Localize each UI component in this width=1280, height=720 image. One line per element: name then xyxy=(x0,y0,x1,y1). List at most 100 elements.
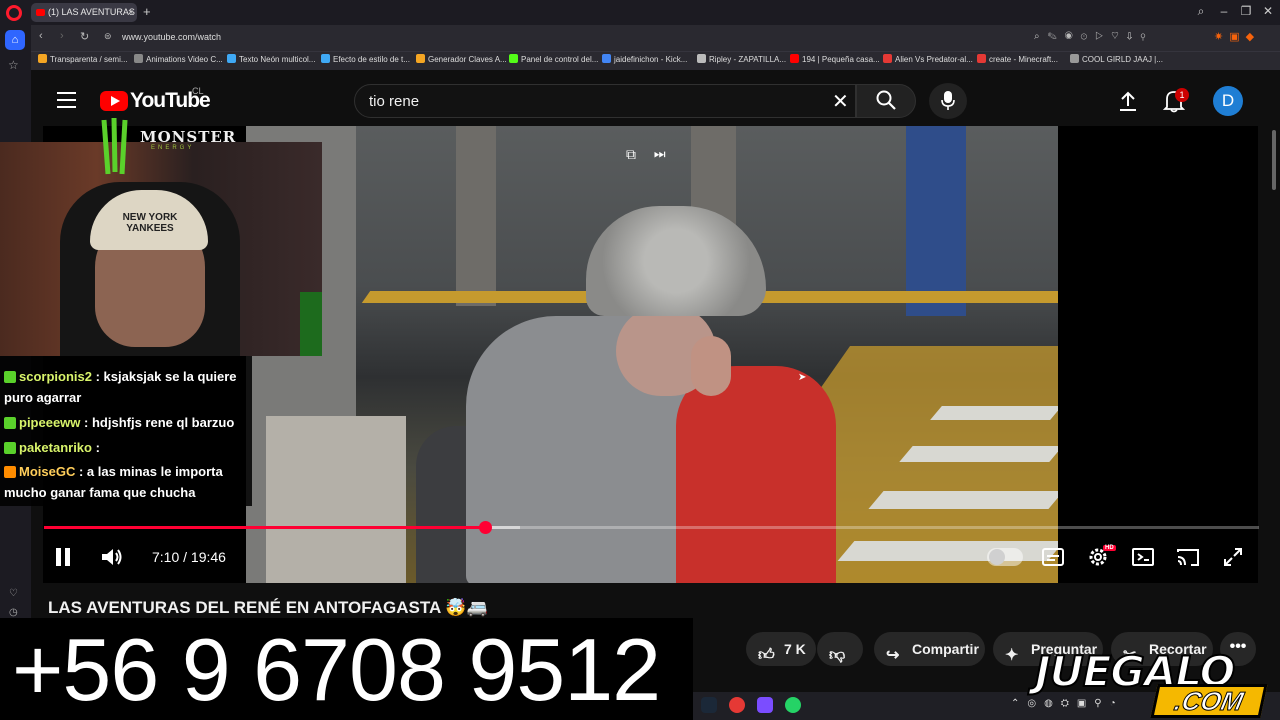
bookmark-label: Transparenta / semi... xyxy=(50,55,128,64)
address-bar-action-icons[interactable]: ⌕✎◉⊙▷♡⇩⚲ xyxy=(1034,31,1153,42)
youtube-favicon-icon xyxy=(36,9,45,17)
like-button[interactable]: 👍︎ 7 K xyxy=(746,632,816,666)
bookmark-label: Generador Claves A... xyxy=(428,55,507,64)
search-input[interactable] xyxy=(354,84,856,118)
account-avatar[interactable]: D xyxy=(1213,86,1243,116)
bookmark-item[interactable]: Ripley - ZAPATILLA... xyxy=(697,54,786,64)
chat-badge-icon xyxy=(4,466,16,478)
chat-message: puro agarrar xyxy=(4,387,81,408)
bookmark-item[interactable]: jaidefinichon - Kick... xyxy=(602,54,687,64)
volume-icon[interactable] xyxy=(100,546,124,568)
bookmark-item[interactable]: Alien Vs Predator-al... xyxy=(883,54,973,64)
video-frame[interactable] xyxy=(246,126,1058,583)
clock-icon[interactable]: ◷ xyxy=(9,607,18,618)
site-info-icon[interactable]: ⊜ xyxy=(104,31,112,42)
browser-search-icon[interactable]: ⌕ xyxy=(1191,4,1211,19)
bookmark-item[interactable]: Efecto de estilo de t... xyxy=(321,54,410,64)
monster-brand-text: MONSTER xyxy=(140,128,237,146)
upload-icon[interactable] xyxy=(1117,90,1139,112)
browser-tab[interactable]: (1) LAS AVENTURAS D xyxy=(31,3,137,22)
reload-button[interactable]: ↻ xyxy=(80,30,89,43)
search-query[interactable]: tio rene xyxy=(369,93,419,110)
chat-message: MoiseGC : a las minas le importa xyxy=(4,461,223,482)
new-tab-button[interactable]: + xyxy=(143,4,151,19)
bookmark-item[interactable]: Transparenta / semi... xyxy=(38,54,128,64)
dislike-button[interactable]: 👎︎ xyxy=(817,632,863,666)
juegalo-com-logo: .COM xyxy=(1150,684,1268,718)
progress-played xyxy=(44,526,485,529)
bookmark-favicon-icon xyxy=(602,54,611,63)
subtitles-icon[interactable] xyxy=(1041,546,1065,568)
person-red-sleeve xyxy=(676,366,836,583)
bookmark-item[interactable]: Generador Claves A... xyxy=(416,54,507,64)
browser-tab-strip xyxy=(0,0,1280,25)
country-code: CL xyxy=(192,86,204,96)
mouse-cursor-icon: ➤ xyxy=(798,372,807,383)
hd-badge: HD xyxy=(1103,545,1116,551)
back-button[interactable]: ‹ xyxy=(39,30,43,42)
progress-scrubber-handle[interactable] xyxy=(479,521,492,534)
thumbs-down-icon: 👎︎ xyxy=(829,647,846,664)
bookmark-item[interactable]: Panel de control del... xyxy=(509,54,598,64)
share-label: Compartir xyxy=(912,641,979,657)
bookmark-item[interactable]: Texto Neón multicol... xyxy=(227,54,315,64)
cap-text: NEW YORK YANKEES xyxy=(122,212,178,234)
bookmark-favicon-icon xyxy=(416,54,425,63)
share-button[interactable]: ↪ Compartir xyxy=(874,632,985,666)
minimize-button[interactable]: – xyxy=(1214,4,1234,18)
bookmark-label: Alien Vs Predator-al... xyxy=(895,55,973,64)
like-count: 7 K xyxy=(784,641,806,657)
bookmark-favicon-icon xyxy=(697,54,706,63)
bookmark-favicon-icon xyxy=(883,54,892,63)
bookmark-favicon-icon xyxy=(509,54,518,63)
bookmark-label: 194 | Pequeña casa... xyxy=(802,55,880,64)
tab-close-button[interactable]: × xyxy=(128,3,138,22)
clear-search-icon[interactable]: ✕ xyxy=(832,89,849,114)
miniplayer-icon[interactable] xyxy=(1131,546,1155,568)
bookmark-favicon-icon xyxy=(321,54,330,63)
url-field[interactable]: www.youtube.com/watch xyxy=(122,32,221,42)
chat-message: scorpionis2 : ksjaksjak se la quiere xyxy=(4,366,237,387)
search-icon[interactable] xyxy=(876,90,896,110)
monster-claw-logo-icon xyxy=(101,118,128,175)
share-arrow-icon: ↪ xyxy=(886,647,900,664)
cast-icon[interactable] xyxy=(1176,546,1200,568)
bookmark-label: Efecto de estilo de t... xyxy=(333,55,410,64)
video-title: LAS AVENTURAS DEL RENÉ EN ANTOFAGASTA 🤯🚐 xyxy=(48,598,488,617)
autoplay-toggle[interactable] xyxy=(987,548,1023,566)
thumbs-up-icon: 👍︎ xyxy=(758,647,775,664)
time-display: 7:10 / 19:46 xyxy=(152,549,226,565)
heart-icon[interactable]: ♡ xyxy=(9,588,18,599)
system-tray-icons[interactable]: ⌃◎◍⛭▣⚲◔ xyxy=(1011,698,1124,709)
star-icon[interactable]: ☆ xyxy=(8,58,19,72)
bookmark-item[interactable]: Animations Video C... xyxy=(134,54,223,64)
monster-energy-text: ENERGY xyxy=(151,145,195,151)
opera-gx-icon[interactable] xyxy=(729,697,745,713)
steam-icon[interactable] xyxy=(701,697,717,713)
chat-badge-icon xyxy=(4,371,16,383)
opera-logo-icon[interactable] xyxy=(6,5,22,21)
home-icon[interactable]: ⌂ xyxy=(5,30,25,50)
bookmark-item[interactable]: COOL GIRLD JAAJ |... xyxy=(1070,54,1163,64)
bookmark-item[interactable]: 194 | Pequeña casa... xyxy=(790,54,880,64)
app-icon[interactable] xyxy=(757,697,773,713)
close-window-button[interactable]: ✕ xyxy=(1258,4,1278,18)
forward-button[interactable]: › xyxy=(60,30,64,42)
bookmark-label: Animations Video C... xyxy=(146,55,223,64)
chat-badge-icon xyxy=(4,442,16,454)
pause-icon[interactable] xyxy=(56,548,70,566)
extension-icons[interactable]: ✷▣◆ xyxy=(1214,30,1260,43)
youtube-logo-icon[interactable] xyxy=(100,91,128,111)
player-overlay-icons[interactable]: ⧉⏭ xyxy=(626,146,684,163)
chat-message: mucho ganar fama que chucha xyxy=(4,482,195,503)
whatsapp-icon[interactable] xyxy=(785,697,801,713)
bookmark-favicon-icon xyxy=(38,54,47,63)
hamburger-menu-icon[interactable] xyxy=(57,92,76,108)
maximize-button[interactable]: ❐ xyxy=(1236,4,1256,18)
chat-badge-icon xyxy=(4,417,16,429)
microphone-icon[interactable] xyxy=(941,91,955,111)
fullscreen-icon[interactable] xyxy=(1221,546,1245,568)
bookmark-item[interactable]: create - Minecraft... xyxy=(977,54,1058,64)
page-scrollbar[interactable] xyxy=(1272,130,1276,190)
bookmark-favicon-icon xyxy=(227,54,236,63)
